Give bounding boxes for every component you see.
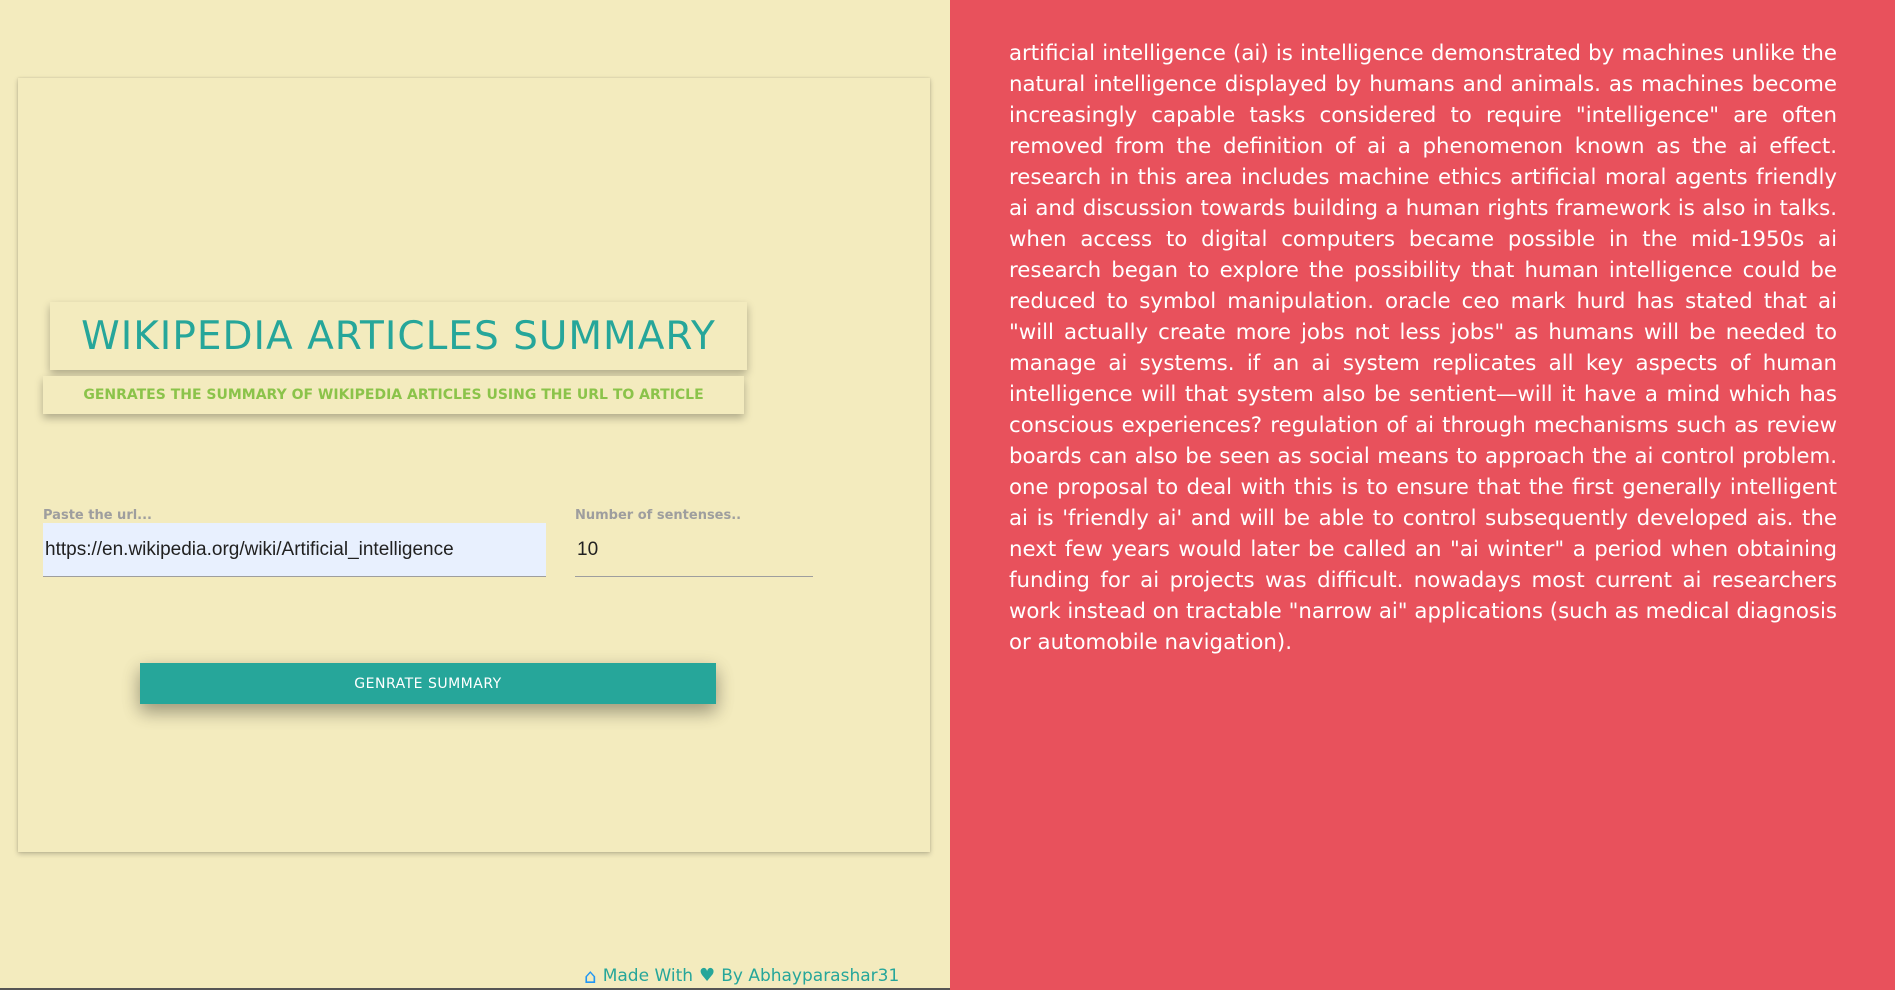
url-input[interactable] bbox=[43, 523, 546, 577]
title-box: WIKIPEDIA ARTICLES SUMMARY bbox=[50, 302, 747, 370]
form-card: WIKIPEDIA ARTICLES SUMMARY GENRATES THE … bbox=[18, 78, 930, 852]
subtitle-box: GENRATES THE SUMMARY OF WIKIPEDIA ARTICL… bbox=[43, 376, 744, 414]
page-subtitle: GENRATES THE SUMMARY OF WIKIPEDIA ARTICL… bbox=[83, 387, 704, 403]
url-field-label: Paste the url... bbox=[43, 508, 152, 523]
sentence-count-input[interactable] bbox=[575, 523, 813, 577]
input-panel: WIKIPEDIA ARTICLES SUMMARY GENRATES THE … bbox=[0, 0, 950, 990]
generate-summary-button[interactable]: GENRATE SUMMARY bbox=[140, 663, 716, 704]
summary-text: artificial intelligence (ai) is intellig… bbox=[1009, 41, 1837, 655]
summary-panel: artificial intelligence (ai) is intellig… bbox=[950, 0, 1895, 990]
footer-author[interactable]: By Abhayparashar31 bbox=[721, 966, 899, 986]
sentence-count-label: Number of sentenses.. bbox=[575, 508, 742, 523]
page-title: WIKIPEDIA ARTICLES SUMMARY bbox=[81, 313, 716, 359]
footer-credit: ⌂ Made With ♥ By Abhayparashar31 bbox=[584, 965, 899, 987]
footer-made-with: Made With bbox=[602, 966, 694, 986]
heart-icon: ♥ bbox=[699, 965, 716, 986]
home-icon[interactable]: ⌂ bbox=[584, 966, 597, 986]
